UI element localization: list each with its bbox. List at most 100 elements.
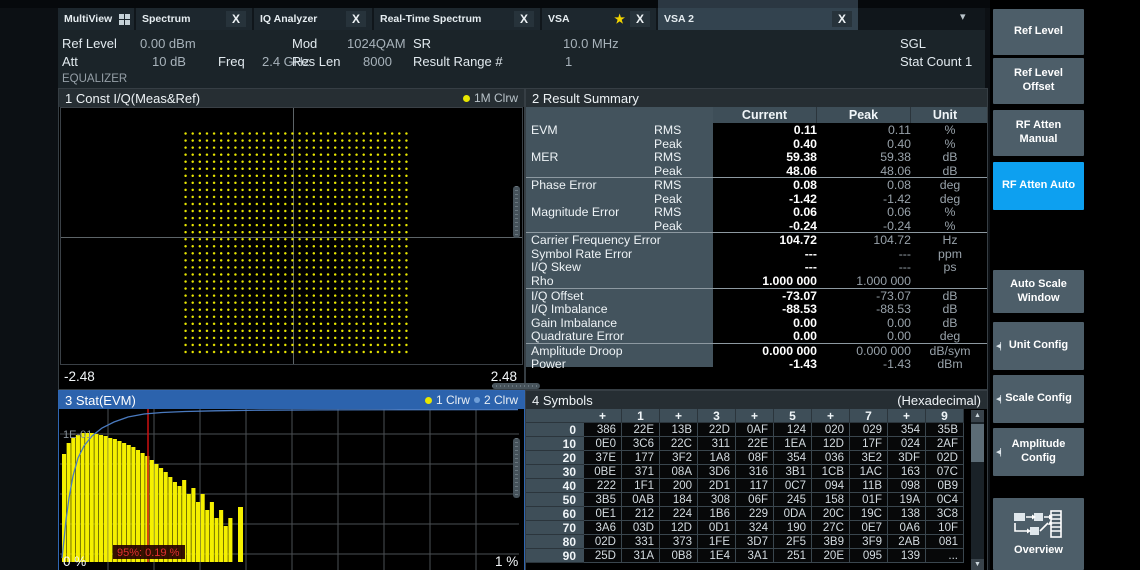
symbol-cell: 331 (622, 535, 660, 549)
tab-close-icon[interactable]: X (832, 11, 852, 27)
tab-spectrum[interactable]: Spectrum X (136, 8, 252, 30)
tab-label: Spectrum (142, 13, 190, 25)
tab-close-icon[interactable]: X (346, 11, 366, 27)
softkey-sidebar: Ref Level Ref Level Offset RF Atten Manual… (990, 0, 1140, 570)
symbol-cell: 354 (888, 423, 926, 437)
tab-label: IQ Analyzer (260, 13, 317, 25)
result-sub-label: RMS (654, 178, 681, 192)
result-unit: ppm (919, 247, 981, 261)
softkey-unit-config[interactable]: ◂|Unit Config (993, 322, 1084, 370)
tab-close-icon[interactable]: X (226, 11, 246, 27)
vertical-splitter-grip-top[interactable] (513, 186, 520, 238)
window-result-summary[interactable]: 2 Result Summary Current Peak Unit EVMRM… (525, 88, 988, 390)
symbol-cell: 373 (660, 535, 698, 549)
result-unit: deg (919, 192, 981, 206)
result-current-value: -1.43 (713, 357, 817, 371)
vertical-splitter-grip-bottom[interactable] (513, 438, 520, 498)
symbol-cell: 1EA (774, 437, 812, 451)
evm-histogram-plot[interactable]: 1E-01 95%: 0.19 % (60, 409, 519, 570)
symbols-col-header: + (812, 409, 850, 423)
window-stat-titlebar[interactable]: 3 Stat(EVM) 1 Clrw 2 Clrw (59, 391, 524, 409)
svg-text:95%: 0.19 %: 95%: 0.19 % (117, 547, 180, 559)
result-peak-value: 104.72 (817, 233, 911, 247)
svg-text:1E-01: 1E-01 (63, 429, 92, 441)
window-const-legend: 1M Clrw (463, 91, 518, 105)
softkey-ref-level-offset[interactable]: Ref Level Offset (993, 58, 1084, 104)
tab-overflow-caret-icon[interactable]: ▾ (960, 10, 966, 23)
symbol-cell: 0DA (774, 507, 812, 521)
att-value[interactable]: 10 dB (152, 54, 186, 69)
result-peak-value: 0.11 (817, 123, 911, 137)
symbol-cell: 324 (736, 521, 774, 535)
scrollbar-thumb[interactable] (971, 424, 984, 462)
softkey-rf-atten-auto[interactable]: RF Atten Auto (993, 162, 1084, 210)
symbol-cell: 2F5 (774, 535, 812, 549)
symbol-cell: 1AC (850, 465, 888, 479)
symbol-cell: 095 (850, 549, 888, 563)
result-row: Symbol Rate Error------ppm (526, 247, 987, 261)
symbol-cell: 06F (736, 493, 774, 507)
symbols-scrollbar[interactable]: ▲ ▼ (971, 410, 984, 570)
mod-value[interactable]: 1024QAM (347, 36, 406, 51)
tab-vsa[interactable]: VSA★X (542, 8, 656, 30)
symbol-cell: 3B9 (812, 535, 850, 549)
symbol-cell: 117 (736, 479, 774, 493)
symbol-cell: 200 (660, 479, 698, 493)
symbol-cell: 3A6 (584, 521, 622, 535)
symbol-cell: 1E4 (698, 549, 736, 563)
tab-close-icon[interactable]: X (514, 11, 534, 27)
softkey-amplitude-config[interactable]: ◂|Amplitude Config (993, 428, 1084, 476)
tab-close-icon[interactable]: X (630, 11, 650, 27)
trace1-dot-icon (463, 95, 470, 102)
result-unit: deg (919, 178, 981, 192)
softkey-rf-atten-manual[interactable]: RF Atten Manual (993, 110, 1084, 156)
scroll-up-icon[interactable]: ▲ (971, 410, 984, 422)
softkey-overview[interactable]: Overview (993, 498, 1084, 570)
symbol-cell: 212 (622, 507, 660, 521)
window-result-summary-titlebar[interactable]: 2 Result Summary (526, 89, 987, 107)
result-current-value: 104.72 (713, 233, 817, 247)
res-len-value[interactable]: 8000 (363, 54, 392, 69)
result-peak-value: 59.38 (817, 150, 911, 164)
window-symbols-titlebar[interactable]: 4 Symbols (Hexadecimal) (526, 391, 987, 409)
tab-real-time-spectrum[interactable]: Real-Time SpectrumX (374, 8, 540, 30)
symbol-cell: 20C (812, 507, 850, 521)
scroll-down-icon[interactable]: ▼ (971, 559, 984, 570)
const-x-min-label: -2.48 (64, 369, 95, 384)
window-const-iq[interactable]: 1 Const I/Q(Meas&Ref) 1M Clrw -2.48 2.48 (58, 88, 525, 390)
symbol-cell: 3C6 (622, 437, 660, 451)
horizontal-splitter-grip[interactable] (492, 383, 540, 389)
stat-trace2-dot-icon (474, 397, 480, 403)
symbol-cell: 020 (812, 423, 850, 437)
stat-x-min-label: 0 % (63, 554, 86, 569)
trace1-label: 1M Clrw (474, 91, 518, 105)
symbol-cell: 081 (926, 535, 964, 549)
result-range-value[interactable]: 1 (565, 54, 572, 69)
symbol-cell: 02D (584, 535, 622, 549)
tab-label: VSA 2 (664, 13, 694, 25)
softkey-auto-scale-window[interactable]: Auto Scale Window (993, 270, 1084, 313)
symbol-cell: 124 (774, 423, 812, 437)
symbol-cell: 3D7 (736, 535, 774, 549)
softkey-label: Ref Level (1014, 25, 1063, 39)
softkey-scale-config[interactable]: ◂|Scale Config (993, 375, 1084, 423)
symbols-col-header: 5 (774, 409, 812, 423)
result-unit: deg (919, 329, 981, 343)
window-stat-legend: 1 Clrw 2 Clrw (425, 393, 518, 407)
window-const-titlebar[interactable]: 1 Const I/Q(Meas&Ref) 1M Clrw (59, 89, 524, 107)
window-symbols[interactable]: 4 Symbols (Hexadecimal) +1+3+5+7+9038622… (525, 390, 988, 570)
constellation-plot[interactable] (60, 107, 523, 365)
ref-level-value[interactable]: 0.00 dBm (140, 36, 196, 51)
tab-iq-analyzer[interactable]: IQ Analyzer X (254, 8, 372, 30)
result-current-value: --- (713, 247, 817, 261)
tab-vsa-2[interactable]: VSA 2 X (658, 8, 858, 30)
symbol-cell: 19A (888, 493, 926, 507)
result-current-value: -88.53 (713, 302, 817, 316)
window-stat-evm[interactable]: 3 Stat(EVM) 1 Clrw 2 Clrw 1E-01 95%: 0.19… (58, 390, 525, 570)
tab-multiview[interactable]: MultiView (58, 8, 134, 30)
symbol-cell: 12D (660, 521, 698, 535)
softkey-ref-level[interactable]: Ref Level (993, 9, 1084, 55)
symbol-cell: 0A6 (888, 521, 926, 535)
sr-value[interactable]: 10.0 MHz (563, 36, 619, 51)
col-header-peak: Peak (817, 107, 911, 123)
